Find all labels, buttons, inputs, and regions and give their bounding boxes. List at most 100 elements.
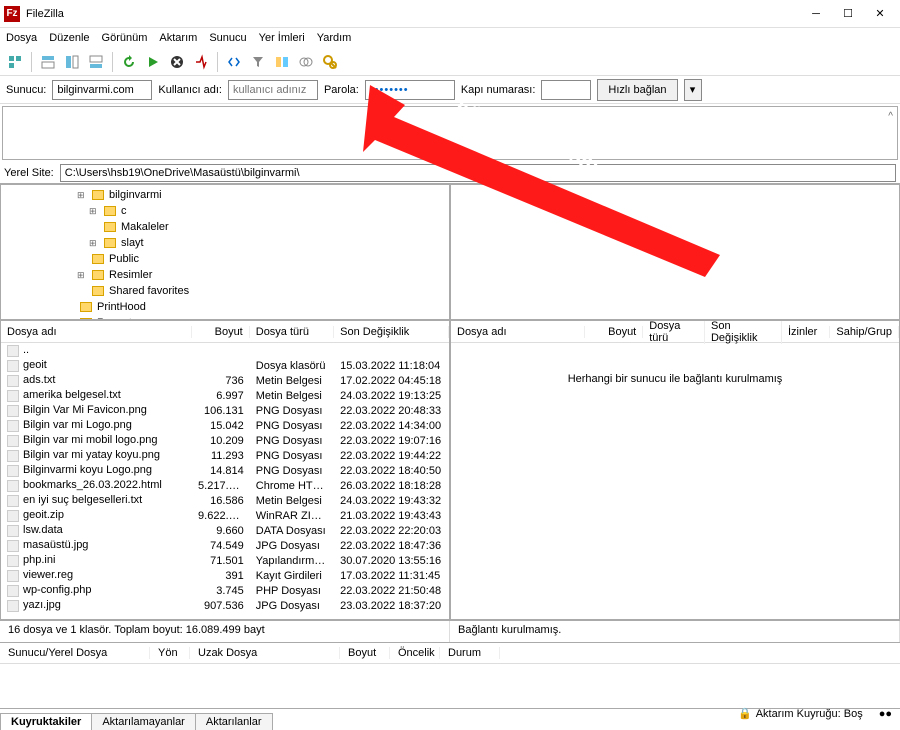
local-site-bar: Yerel Site: bbox=[0, 162, 900, 184]
quickconnect-dropdown[interactable]: ▾ bbox=[684, 79, 702, 101]
qcol-state[interactable]: Durum bbox=[440, 647, 500, 659]
refresh-icon[interactable] bbox=[118, 51, 140, 73]
menu-view[interactable]: Görünüm bbox=[102, 32, 148, 44]
file-row[interactable]: geoitDosya klasörü15.03.2022 11:18:04 bbox=[1, 358, 449, 373]
tree-item[interactable]: Shared favorites bbox=[5, 283, 445, 299]
toggle-tree-icon[interactable] bbox=[61, 51, 83, 73]
menu-bookmarks[interactable]: Yer İmleri bbox=[259, 32, 305, 44]
file-row[interactable]: masaüstü.jpg74.549JPG Dosyası22.03.2022 … bbox=[1, 538, 449, 553]
compare-icon[interactable] bbox=[271, 51, 293, 73]
sync-browse-icon[interactable] bbox=[295, 51, 317, 73]
remote-empty-message: Herhangi bir sunucu ile bağlantı kurulma… bbox=[451, 373, 899, 385]
file-row[interactable]: viewer.reg391Kayıt Girdileri17.03.2022 1… bbox=[1, 568, 449, 583]
local-site-input[interactable] bbox=[60, 164, 896, 182]
menu-help[interactable]: Yardım bbox=[317, 32, 352, 44]
bottom-status: 🔒 Aktarım Kuyruğu: Boş ●● bbox=[738, 707, 892, 720]
file-row[interactable]: lsw.data9.660DATA Dosyası22.03.2022 22:2… bbox=[1, 523, 449, 538]
col-size[interactable]: Boyut bbox=[192, 326, 250, 338]
menu-server[interactable]: Sunucu bbox=[209, 32, 246, 44]
toggle-queue-icon[interactable] bbox=[85, 51, 107, 73]
tree-item[interactable]: ⊞Resimler bbox=[5, 267, 445, 283]
qcol-remote[interactable]: Uzak Dosya bbox=[190, 647, 340, 659]
qcol-server[interactable]: Sunucu/Yerel Dosya bbox=[0, 647, 150, 659]
col-mod[interactable]: Son Değişiklik bbox=[334, 326, 449, 338]
local-status: 16 dosya ve 1 klasör. Toplam boyut: 16.0… bbox=[0, 621, 450, 642]
remote-file-list[interactable]: Dosya adı Boyut Dosya türü Son Değişikli… bbox=[450, 320, 900, 620]
file-row[interactable]: Bilgin var mi Logo.png15.042PNG Dosyası2… bbox=[1, 418, 449, 433]
local-tree-pane[interactable]: ⊞bilginvarmi⊞cMakaleler⊞slaytPublic⊞Resi… bbox=[0, 184, 450, 320]
disconnect-icon[interactable] bbox=[190, 51, 212, 73]
menu-file[interactable]: Dosya bbox=[6, 32, 37, 44]
file-row[interactable]: Bilginvarmi koyu Logo.png14.814PNG Dosya… bbox=[1, 463, 449, 478]
remote-list-header: Dosya adı Boyut Dosya türü Son Değişikli… bbox=[451, 321, 899, 343]
rcol-mod[interactable]: Son Değişiklik bbox=[705, 320, 782, 344]
rcol-name[interactable]: Dosya adı bbox=[451, 326, 585, 338]
local-site-label: Yerel Site: bbox=[4, 167, 54, 179]
maximize-button[interactable]: ☐ bbox=[832, 2, 864, 26]
rcol-type[interactable]: Dosya türü bbox=[643, 320, 705, 344]
host-input[interactable] bbox=[52, 80, 152, 100]
tree-item[interactable]: ⊞slayt bbox=[5, 235, 445, 251]
toggle-log-icon[interactable] bbox=[37, 51, 59, 73]
file-row[interactable]: yazı.jpg907.536JPG Dosyası23.03.2022 18:… bbox=[1, 598, 449, 613]
file-row[interactable]: Bilgin var mi mobil logo.png10.209PNG Do… bbox=[1, 433, 449, 448]
local-list-header: Dosya adı Boyut Dosya türü Son Değişikli… bbox=[1, 321, 449, 343]
queue-status-text: Aktarım Kuyruğu: Boş bbox=[756, 708, 863, 720]
lock-icon: 🔒 bbox=[738, 707, 752, 720]
rcol-perm[interactable]: İzinler bbox=[782, 326, 830, 338]
qcol-size[interactable]: Boyut bbox=[340, 647, 390, 659]
file-row[interactable]: geoit.zip9.622.609WinRAR ZIP arşivi21.03… bbox=[1, 508, 449, 523]
qcol-direction[interactable]: Yön bbox=[150, 647, 190, 659]
menu-edit[interactable]: Düzenle bbox=[49, 32, 89, 44]
qcol-priority[interactable]: Öncelik bbox=[390, 647, 440, 659]
pass-input[interactable] bbox=[365, 80, 455, 100]
file-row[interactable]: en iyi suç belgeselleri.txt16.586Metin B… bbox=[1, 493, 449, 508]
file-row[interactable]: amerika belgesel.txt6.997Metin Belgesi24… bbox=[1, 388, 449, 403]
tree-item[interactable]: PrintHood bbox=[5, 299, 445, 315]
rcol-own[interactable]: Sahip/Grup bbox=[830, 326, 899, 338]
file-row[interactable]: .. bbox=[1, 343, 449, 358]
menubar: Dosya Düzenle Görünüm Aktarım Sunucu Yer… bbox=[0, 28, 900, 48]
tree-item[interactable]: ⊞bilginvarmi bbox=[5, 187, 445, 203]
queue-body[interactable] bbox=[0, 664, 900, 708]
port-label: Kapı numarası: bbox=[461, 84, 536, 96]
close-button[interactable]: ✕ bbox=[864, 2, 896, 26]
message-log[interactable]: ^ bbox=[2, 106, 898, 160]
toolbar bbox=[0, 48, 900, 76]
file-row[interactable]: ads.txt736Metin Belgesi17.02.2022 04:45:… bbox=[1, 373, 449, 388]
col-type[interactable]: Dosya türü bbox=[250, 326, 334, 338]
quickconnect-bar: Sunucu: Kullanıcı adı: Parola: Kapı numa… bbox=[0, 76, 900, 104]
app-title: FileZilla bbox=[26, 8, 800, 20]
file-row[interactable]: wp-config.php3.745PHP Dosyası22.03.2022 … bbox=[1, 583, 449, 598]
host-label: Sunucu: bbox=[6, 84, 46, 96]
remote-status: Bağlantı kurulmamış. bbox=[450, 621, 900, 642]
process-queue-icon[interactable] bbox=[142, 51, 164, 73]
status-strip: 16 dosya ve 1 klasör. Toplam boyut: 16.0… bbox=[0, 620, 900, 642]
sitemanager-icon[interactable] bbox=[4, 51, 26, 73]
cancel-icon[interactable] bbox=[166, 51, 188, 73]
chevron-up-icon: ^ bbox=[888, 111, 893, 122]
filter-icon[interactable] bbox=[247, 51, 269, 73]
file-row[interactable]: Bilgin Var Mi Favicon.png106.131PNG Dosy… bbox=[1, 403, 449, 418]
tree-item[interactable]: Makaleler bbox=[5, 219, 445, 235]
file-row[interactable]: bookmarks_26.03.2022.html5.217.700Chrome… bbox=[1, 478, 449, 493]
app-icon: Fz bbox=[4, 6, 20, 22]
tree-item[interactable]: Public bbox=[5, 251, 445, 267]
reconnect-icon[interactable] bbox=[223, 51, 245, 73]
file-row[interactable]: php.ini71.501Yapılandırma ayarl...30.07.… bbox=[1, 553, 449, 568]
titlebar: Fz FileZilla ─ ☐ ✕ bbox=[0, 0, 900, 28]
minimize-button[interactable]: ─ bbox=[800, 2, 832, 26]
tree-item[interactable]: ⊞c bbox=[5, 203, 445, 219]
search-icon[interactable] bbox=[319, 51, 341, 73]
rcol-size[interactable]: Boyut bbox=[585, 326, 643, 338]
remote-tree-pane[interactable] bbox=[450, 184, 900, 320]
user-input[interactable] bbox=[228, 80, 318, 100]
user-label: Kullanıcı adı: bbox=[158, 84, 222, 96]
col-name[interactable]: Dosya adı bbox=[1, 326, 192, 338]
pass-label: Parola: bbox=[324, 84, 359, 96]
file-row[interactable]: Bilgin var mi yatay koyu.png11.293PNG Do… bbox=[1, 448, 449, 463]
port-input[interactable] bbox=[541, 80, 591, 100]
local-file-list[interactable]: Dosya adı Boyut Dosya türü Son Değişikli… bbox=[0, 320, 450, 620]
menu-transfer[interactable]: Aktarım bbox=[159, 32, 197, 44]
quickconnect-button[interactable]: Hızlı bağlan bbox=[597, 79, 677, 101]
